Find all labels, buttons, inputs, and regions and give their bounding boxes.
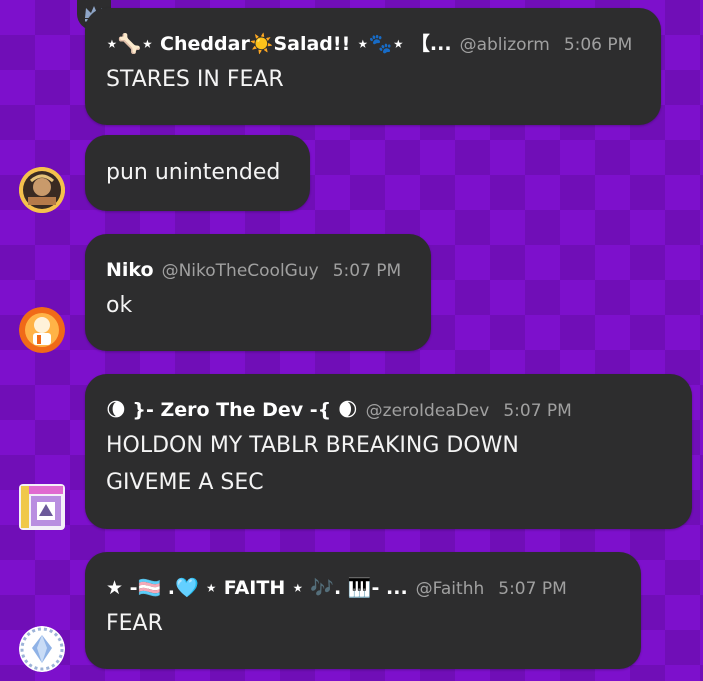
message-header: 🌘 }- Zero The Dev -{ 🌒 @zeroIdeaDev 5:07…	[106, 398, 671, 422]
message-text: HOLDON MY TABLR BREAKING DOWN	[106, 433, 519, 458]
message-bubble[interactable]: pun unintended	[85, 135, 310, 211]
message-text: GIVEME A SEC	[106, 470, 264, 495]
message-header: Niko @NikoTheCoolGuy 5:07 PM	[106, 258, 410, 282]
username[interactable]: @NikoTheCoolGuy	[162, 259, 319, 283]
timestamp: 5:06 PM	[563, 35, 633, 55]
message-text: pun unintended	[106, 160, 281, 185]
message-bubble[interactable]: 🌘 }- Zero The Dev -{ 🌒 @zeroIdeaDev 5:07…	[85, 374, 692, 529]
timestamp: 5:07 PM	[503, 401, 572, 421]
timestamp: 5:07 PM	[332, 261, 402, 281]
message-text: ok	[106, 293, 133, 318]
username[interactable]: @Faithh	[416, 577, 485, 601]
avatar[interactable]	[19, 307, 65, 353]
message-header: ⋆🦴⋆ Cheddar☀️Salad!! ⋆🐾⋆ 【... @ablizorm …	[106, 32, 640, 56]
message-text: STARES IN FEAR	[106, 67, 284, 92]
timestamp: 5:07 PM	[498, 579, 567, 599]
username[interactable]: @ablizorm	[460, 33, 550, 57]
message-text: FEAR	[106, 611, 163, 636]
avatar[interactable]	[19, 484, 65, 530]
message-header: ★ -🏳️‍⚧️ .🩵 ⋆ FAITH ⋆ 🎶. 🎹- ... @Faithh …	[106, 576, 620, 600]
message-bubble[interactable]: ★ -🏳️‍⚧️ .🩵 ⋆ FAITH ⋆ 🎶. 🎹- ... @Faithh …	[85, 552, 641, 669]
display-name[interactable]: ⋆🦴⋆ Cheddar☀️Salad!! ⋆🐾⋆ 【...	[106, 32, 452, 56]
display-name[interactable]: ★ -🏳️‍⚧️ .🩵 ⋆ FAITH ⋆ 🎶. 🎹- ...	[106, 576, 408, 600]
display-name[interactable]: Niko	[106, 258, 154, 282]
username[interactable]: @zeroIdeaDev	[366, 399, 490, 423]
avatar[interactable]	[19, 626, 65, 672]
avatar[interactable]	[19, 167, 65, 213]
message-bubble[interactable]: ⋆🦴⋆ Cheddar☀️Salad!! ⋆🐾⋆ 【... @ablizorm …	[85, 8, 661, 125]
display-name[interactable]: 🌘 }- Zero The Dev -{ 🌒	[106, 398, 358, 422]
message-bubble[interactable]: Niko @NikoTheCoolGuy 5:07 PM ok	[85, 234, 431, 351]
